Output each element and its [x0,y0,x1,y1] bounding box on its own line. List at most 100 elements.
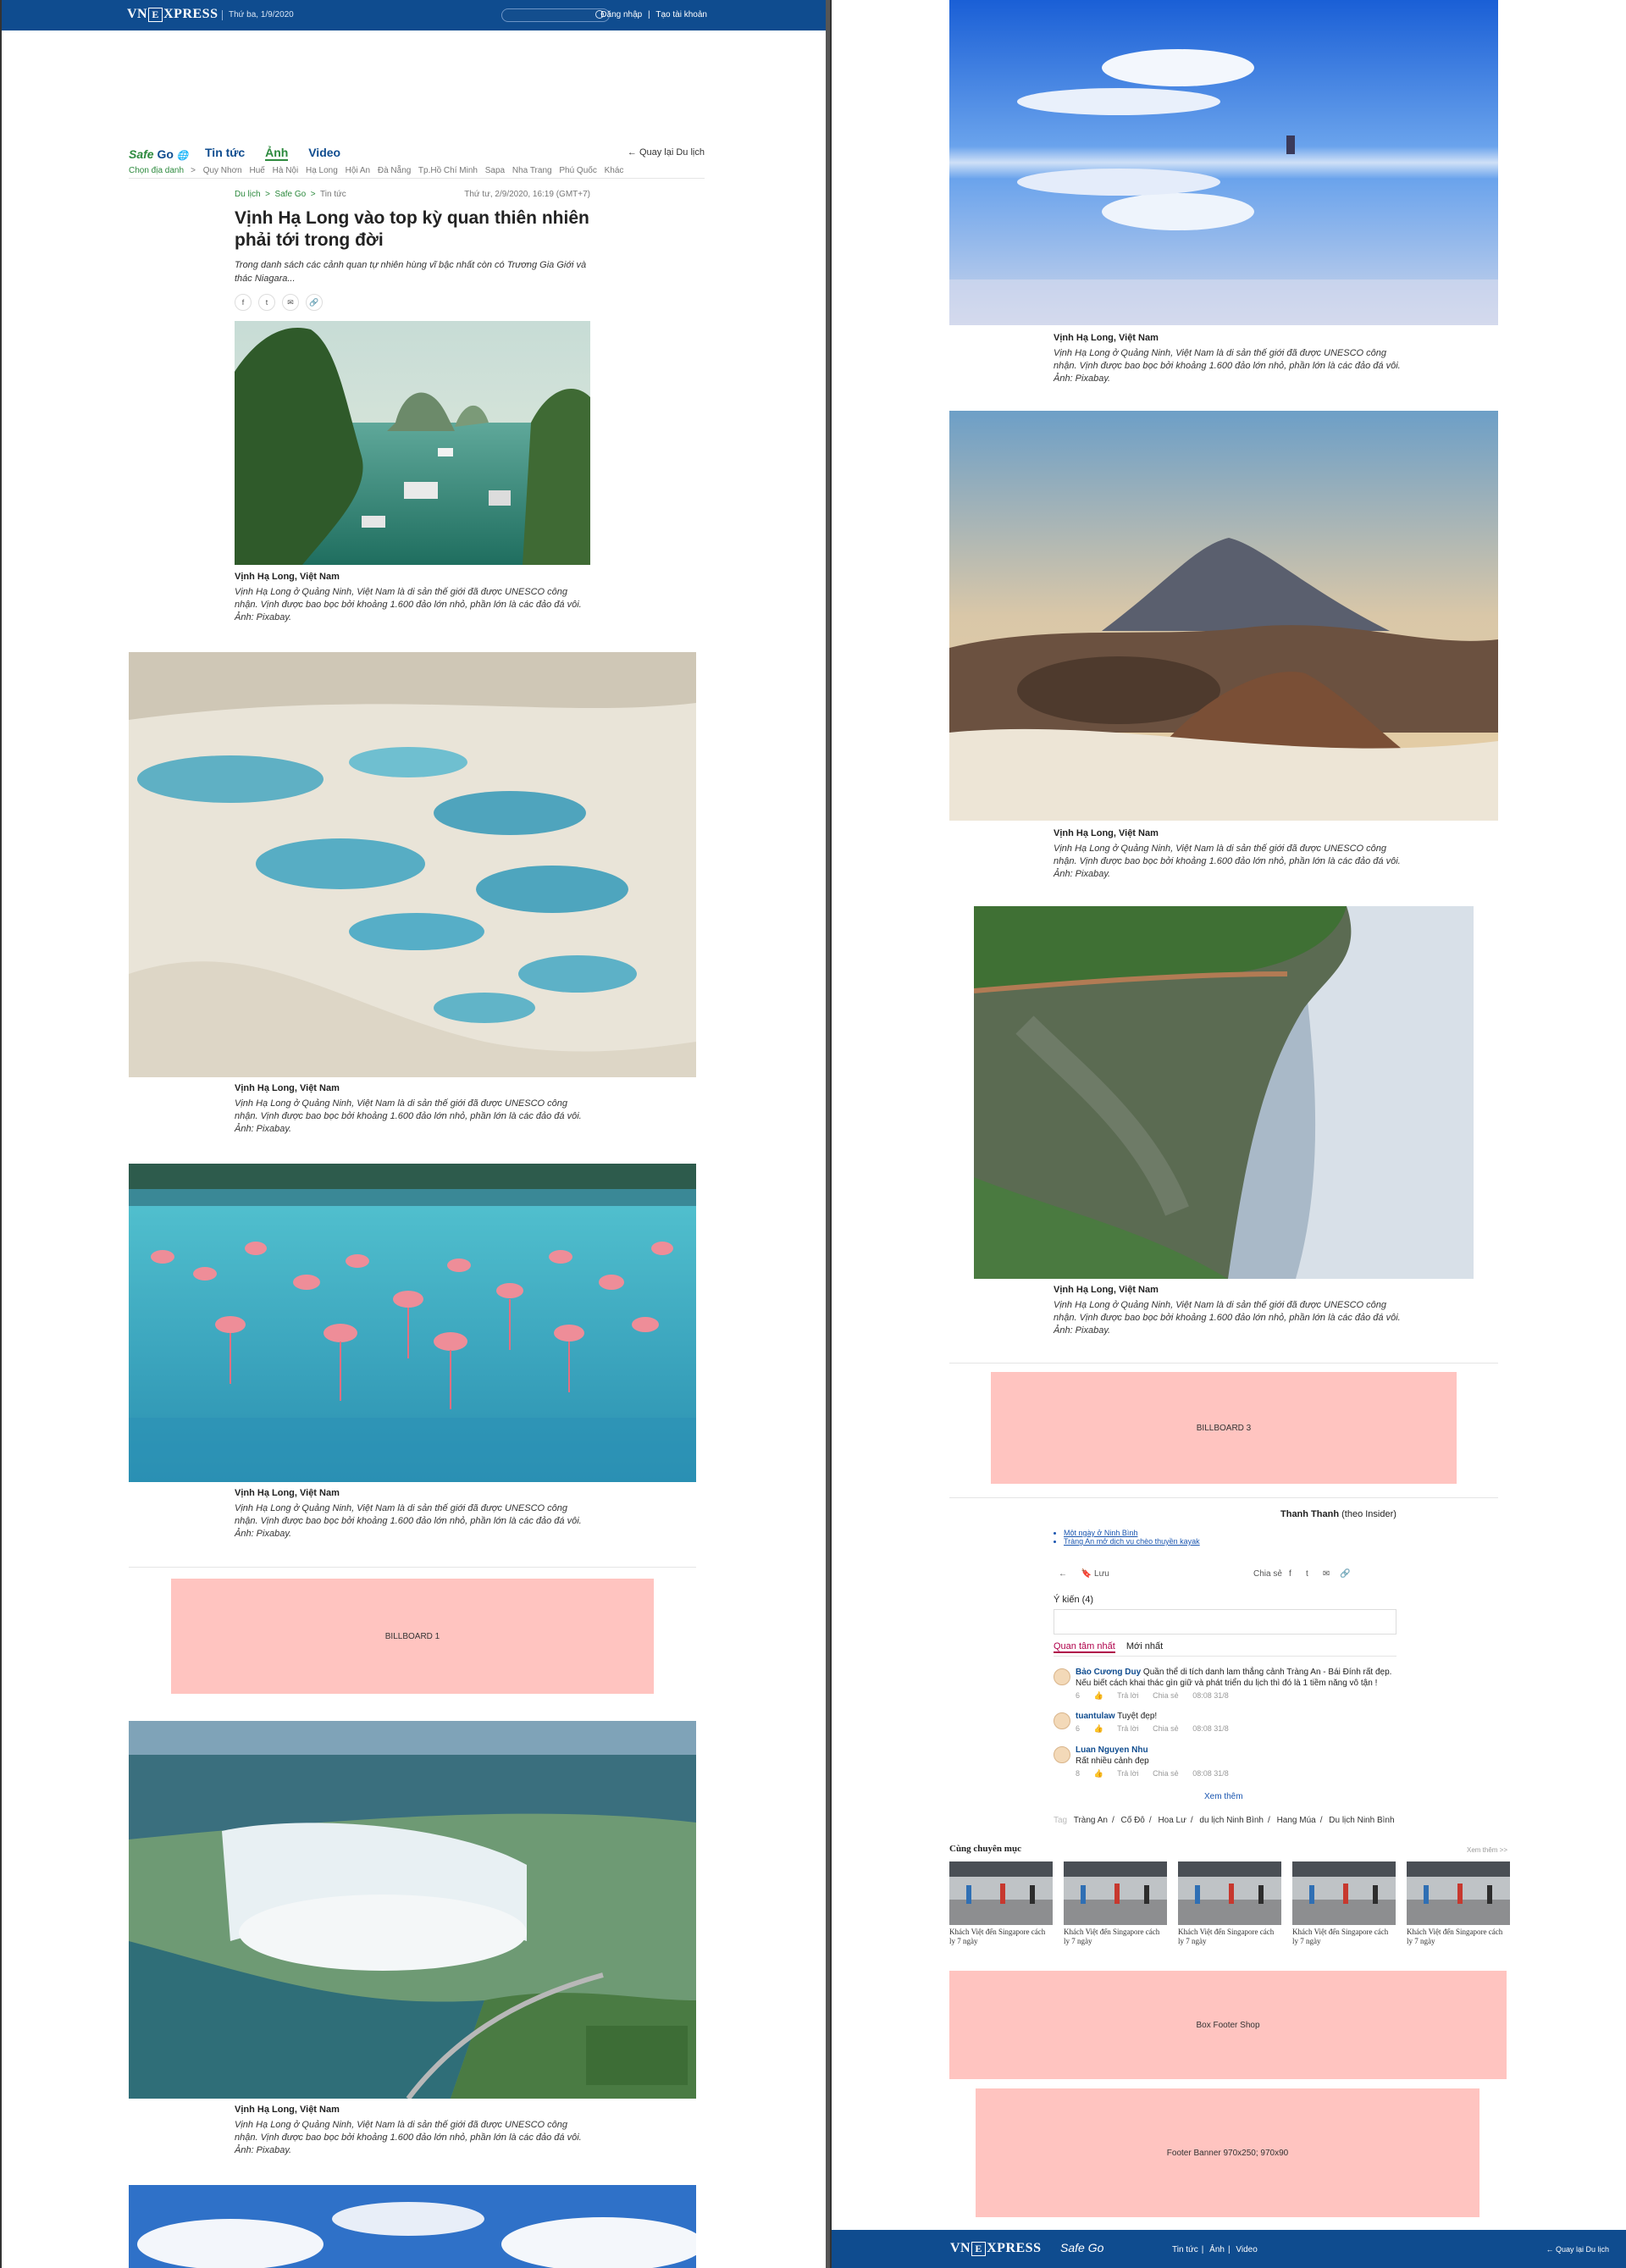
comment-author[interactable]: tuantulaw [1076,1712,1115,1721]
photo-volcano[interactable] [949,411,1498,821]
bookmark-icon[interactable]: 🔖 [1081,1569,1092,1579]
comment-author[interactable]: Luan Nguyen Nhu [1076,1745,1148,1755]
city-link[interactable]: Hạ Long [306,166,338,175]
twitter-icon[interactable]: t [258,294,275,311]
email-icon[interactable]: ✉ [282,294,299,311]
tab-newest-comments[interactable]: Mới nhất [1126,1641,1163,1651]
vnexpress-logo[interactable]: VN E XPRESS [950,2241,1041,2256]
tab-top-comments[interactable]: Quan tâm nhất [1054,1641,1115,1653]
city-link[interactable]: Tp.Hồ Chí Minh [418,166,478,175]
pick-destination-label[interactable]: Chọn địa danh [129,166,184,175]
search-input[interactable] [501,8,610,22]
comments-title: Ý kiến (4) [1054,1595,1094,1605]
related-card[interactable]: Khách Việt đến Singapore cách ly 7 ngày [949,1861,1053,1946]
article-title: Vịnh Hạ Long vào top kỳ quan thiên nhiên… [235,208,589,250]
tab-video[interactable]: Video [308,146,340,159]
related-card[interactable]: Khách Việt đến Singapore cách ly 7 ngày [1178,1861,1281,1946]
share-label: Chia sẻ [1253,1569,1282,1579]
share-link[interactable]: Chia sẻ [1153,1769,1179,1778]
city-link[interactable]: Hà Nội [273,166,299,175]
related-link[interactable]: Tràng An mở dịch vụ chèo thuyền kayak [1064,1537,1200,1546]
related-link[interactable]: Một ngày ở Ninh Bình [1064,1529,1200,1537]
breadcrumb-item[interactable]: Tin tức [320,190,346,199]
billboard-3-ad[interactable]: BILLBOARD 3 [991,1372,1457,1484]
footer-banner-ad[interactable]: Footer Banner 970x250; 970x90 [976,2088,1479,2217]
reply-link[interactable]: Trả lời [1117,1769,1139,1778]
footer-back-link[interactable]: ← Quay lại Du lịch [1546,2245,1609,2254]
comment-input[interactable] [1054,1609,1396,1635]
photo-caption: Vịnh Hạ Long, Việt Nam Vịnh Hạ Long ở Qu… [1054,1284,1409,1337]
save-button[interactable]: Lưu [1094,1569,1109,1579]
twitter-icon[interactable]: t [1306,1569,1308,1579]
tag-separator: / [1111,1816,1114,1825]
logo-box: E [148,7,163,22]
city-link[interactable]: Huế [250,166,265,175]
photo-niagara-falls[interactable] [129,1721,696,2099]
box-footer-shop-ad[interactable]: Box Footer Shop [949,1971,1507,2079]
arrow-left-icon: ← [627,147,637,158]
register-link[interactable]: Tạo tài khoản [655,10,707,19]
reply-link[interactable]: Trả lời [1117,1724,1139,1733]
city-link[interactable]: Hội An [346,166,370,175]
city-link[interactable]: Đà Nẵng [378,166,411,175]
breadcrumb-item[interactable]: Du lịch [235,190,261,199]
related-card[interactable]: Khách Việt đến Singapore cách ly 7 ngày [1292,1861,1396,1946]
vnexpress-logo[interactable]: VN E XPRESS [127,7,218,22]
like-count[interactable]: 8 👍 [1076,1769,1103,1778]
avatar[interactable] [1054,1668,1070,1685]
tab-photos[interactable]: Ảnh [265,146,289,161]
comment-actions: 8 👍 Trả lời Chia sẻ 08:08 31/8 [1076,1768,1245,1779]
city-link[interactable]: Phú Quốc [559,166,596,175]
photo-glass-walkway[interactable] [974,906,1474,1279]
share-link[interactable]: Chia sẻ [1153,1691,1179,1700]
tag-link[interactable]: Du lịch Ninh Bình [1329,1816,1394,1825]
like-count[interactable]: 6 👍 [1076,1724,1103,1733]
breadcrumb-item[interactable]: Safe Go [275,190,307,199]
airport-image [1178,1861,1281,1925]
billboard-1-ad[interactable]: BILLBOARD 1 [171,1579,654,1694]
city-link[interactable]: Nha Trang [512,166,552,175]
avatar[interactable] [1054,1712,1070,1729]
city-link[interactable]: Quy Nhơn [203,166,242,175]
footer-link-video[interactable]: Video [1236,2245,1257,2254]
avatar[interactable] [1054,1746,1070,1763]
tag-link[interactable]: du lịch Ninh Bình [1199,1816,1264,1825]
related-card[interactable]: Khách Việt đến Singapore cách ly 7 ngày [1064,1861,1167,1946]
link-icon[interactable]: 🔗 [306,294,323,311]
footer-link-photos[interactable]: Ảnh [1209,2245,1225,2254]
facebook-icon[interactable]: f [1289,1569,1291,1579]
facebook-icon[interactable]: f [235,294,252,311]
article-toolbar: ← 🔖 Lưu Chia sẻ f t ✉ 🔗 [1059,1569,1414,1579]
tag-link[interactable]: Cố Đô [1121,1816,1145,1825]
photo-halong-bay[interactable] [235,321,590,565]
email-icon[interactable]: ✉ [1323,1569,1330,1579]
reply-link[interactable]: Trả lời [1117,1691,1139,1700]
related-card[interactable]: Khách Việt đến Singapore cách ly 7 ngày [1407,1861,1510,1946]
glass-walkway-image [974,906,1474,1279]
same-category-see-more[interactable]: Xem thêm >> [1467,1846,1507,1854]
login-link[interactable]: Đăng nhập [600,10,642,19]
share-link[interactable]: Chia sẻ [1153,1724,1179,1733]
city-link[interactable]: Khác [605,166,624,175]
like-count[interactable]: 6 👍 [1076,1691,1103,1700]
see-more-comments[interactable]: Xem thêm [1204,1792,1243,1801]
photo-pamukkale[interactable] [129,652,696,1077]
back-to-travel-link[interactable]: ← Quay lại Du lịch [628,147,705,158]
footer-link-news[interactable]: Tin tức [1172,2245,1198,2254]
photo-flamingos[interactable] [129,1164,696,1482]
photo-sky-partial[interactable] [129,2185,696,2268]
caption-title: Vịnh Hạ Long, Việt Nam [235,572,340,582]
comment-author[interactable]: Bảo Cương Duy [1076,1668,1141,1677]
back-label: Quay lại Du lịch [639,147,705,158]
tab-news[interactable]: Tin tức [205,146,245,159]
photo-salt-flat[interactable] [949,0,1498,325]
article-lead: Trong danh sách các cảnh quan tự nhiên h… [235,260,587,284]
back-arrow-icon[interactable]: ← [1059,1569,1067,1579]
tag-link[interactable]: Hoa Lư [1158,1816,1186,1825]
link-icon[interactable]: 🔗 [1340,1569,1350,1579]
safego-logo[interactable]: Safe Go [1060,2241,1103,2254]
safego-logo[interactable]: Safe Go 🌐 [129,147,189,161]
city-link[interactable]: Sapa [485,166,505,175]
tag-link[interactable]: Hang Múa [1277,1816,1316,1825]
tag-link[interactable]: Tràng An [1074,1816,1108,1825]
